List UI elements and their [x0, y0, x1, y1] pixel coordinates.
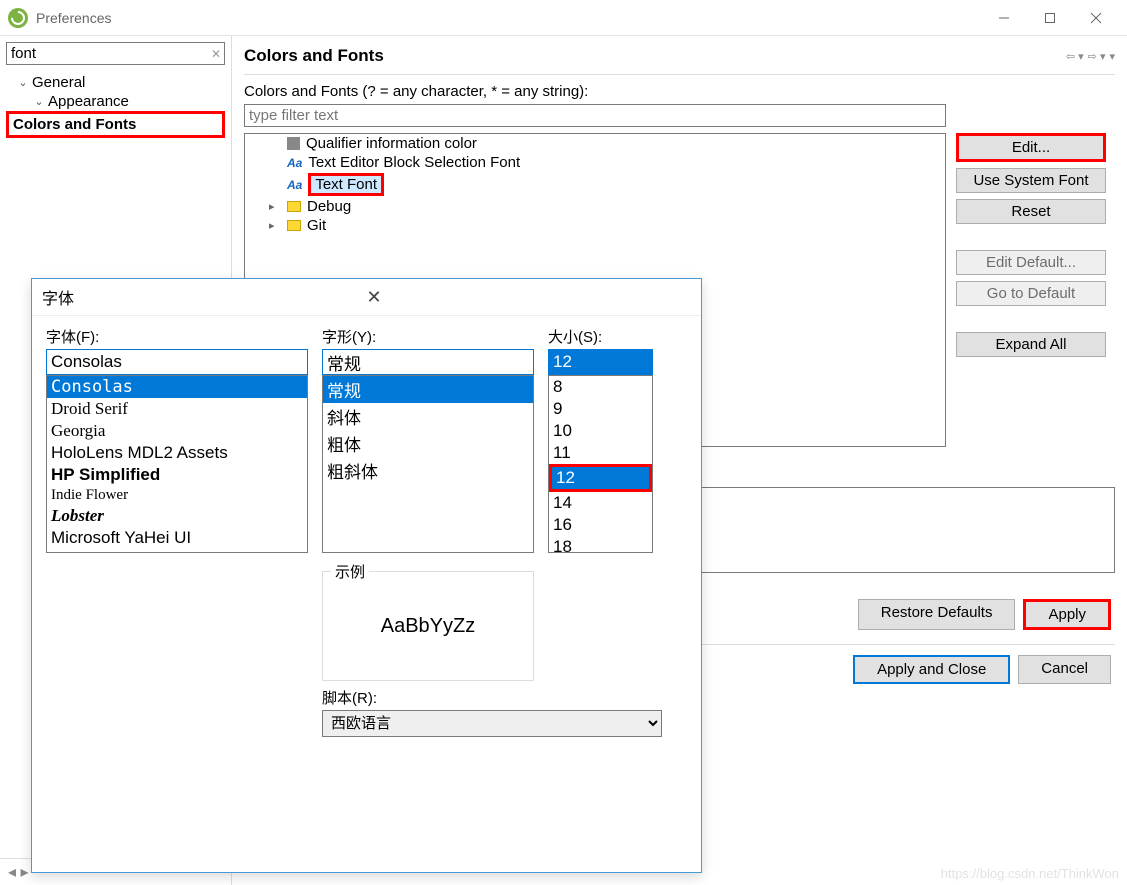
tree-row-text-font[interactable]: AaText Font	[245, 172, 945, 197]
minimize-button[interactable]	[981, 3, 1027, 33]
tree-row-git[interactable]: ▸Git	[245, 216, 945, 235]
back-icon[interactable]: ⇦ ▾	[1066, 50, 1084, 63]
page-title: Colors and Fonts	[244, 46, 1066, 66]
list-item[interactable]: 11	[549, 442, 652, 464]
list-item[interactable]: 常规	[323, 376, 533, 403]
font-dialog-close-icon[interactable]: ✕	[361, 287, 692, 308]
list-item[interactable]: Consolas	[47, 376, 307, 398]
font-icon: Aa	[287, 156, 302, 170]
script-label: 脚本(R):	[322, 687, 662, 708]
menu-icon[interactable]: ▾	[1109, 50, 1115, 63]
clear-search-icon[interactable]: ✕	[211, 47, 221, 61]
tree-item-colors-fonts[interactable]: Colors and Fonts	[6, 111, 225, 138]
expand-all-button[interactable]: Expand All	[956, 332, 1106, 357]
font-size-input[interactable]	[548, 349, 653, 375]
apply-and-close-button[interactable]: Apply and Close	[853, 655, 1010, 684]
forward-icon[interactable]: ⇨ ▾	[1088, 50, 1106, 63]
font-preview-box: 示例 AaBbYyZz	[322, 571, 534, 681]
list-item[interactable]: 12	[549, 464, 652, 492]
color-swatch-icon	[287, 137, 300, 150]
folder-icon	[287, 220, 301, 231]
list-item[interactable]: 8	[549, 376, 652, 398]
list-item[interactable]: 斜体	[323, 403, 533, 430]
list-item[interactable]: 16	[549, 514, 652, 536]
font-style-list[interactable]: 常规 斜体 粗体 粗斜体	[322, 375, 534, 553]
font-size-label: 大小(S):	[548, 326, 653, 347]
edit-default-button: Edit Default...	[956, 250, 1106, 275]
list-item[interactable]: 10	[549, 420, 652, 442]
list-item[interactable]: 14	[549, 492, 652, 514]
expand-icon[interactable]: ▸	[269, 200, 281, 213]
apply-button[interactable]: Apply	[1023, 599, 1111, 630]
list-item[interactable]: Microsoft YaHei UI	[47, 527, 307, 549]
font-style-input[interactable]	[322, 349, 534, 375]
search-input[interactable]	[6, 42, 225, 65]
expand-icon[interactable]: ▸	[269, 219, 281, 232]
filter-label: Colors and Fonts (? = any character, * =…	[244, 83, 1115, 100]
go-to-default-button: Go to Default	[956, 281, 1106, 306]
list-item[interactable]: 9	[549, 398, 652, 420]
list-item[interactable]: 粗斜体	[323, 457, 533, 484]
window-title: Preferences	[36, 10, 981, 26]
preview-sample-text: AaBbYyZz	[381, 615, 475, 638]
font-family-input[interactable]	[46, 349, 308, 375]
list-item[interactable]: Indie Flower	[47, 486, 307, 505]
filter-input[interactable]	[244, 104, 946, 127]
use-system-font-button[interactable]: Use System Font	[956, 168, 1106, 193]
list-item[interactable]: Georgia	[47, 420, 307, 442]
restore-defaults-button[interactable]: Restore Defaults	[858, 599, 1016, 630]
preview-label: 示例	[331, 561, 369, 582]
cancel-button[interactable]: Cancel	[1018, 655, 1111, 684]
font-size-list[interactable]: 8 9 10 11 12 14 16 18	[548, 375, 653, 553]
tree-row-block-selection[interactable]: AaText Editor Block Selection Font	[245, 153, 945, 172]
script-select[interactable]: 西欧语言	[322, 710, 662, 737]
list-item[interactable]: 18	[549, 536, 652, 553]
titlebar: Preferences	[0, 0, 1127, 36]
nav-arrows[interactable]: ⇦ ▾ ⇨ ▾ ▾	[1066, 50, 1115, 63]
list-item[interactable]: 粗体	[323, 430, 533, 457]
tree-row-debug[interactable]: ▸Debug	[245, 197, 945, 216]
eclipse-icon	[8, 8, 28, 28]
edit-button[interactable]: Edit...	[956, 133, 1106, 162]
maximize-button[interactable]	[1027, 3, 1073, 33]
list-item[interactable]: Lobster	[47, 505, 307, 527]
list-item[interactable]: HP Simplified	[47, 464, 307, 486]
folder-icon	[287, 201, 301, 212]
font-dialog-title: 字体	[42, 285, 361, 309]
tree-row-qualifier[interactable]: Qualifier information color	[245, 134, 945, 153]
list-item[interactable]: HoloLens MDL2 Assets	[47, 442, 307, 464]
reset-button[interactable]: Reset	[956, 199, 1106, 224]
font-family-list[interactable]: Consolas Droid Serif Georgia HoloLens MD…	[46, 375, 308, 553]
tree-item-appearance[interactable]: ⌄Appearance	[6, 92, 225, 111]
close-button[interactable]	[1073, 3, 1119, 33]
font-family-label: 字体(F):	[46, 326, 308, 347]
list-item[interactable]: Droid Serif	[47, 398, 307, 420]
font-dialog: 字体 ✕ 字体(F): Consolas Droid Serif Georgia…	[31, 278, 702, 873]
tree-item-general[interactable]: ⌄General	[6, 73, 225, 92]
font-style-label: 字形(Y):	[322, 326, 534, 347]
font-icon: Aa	[287, 178, 302, 192]
